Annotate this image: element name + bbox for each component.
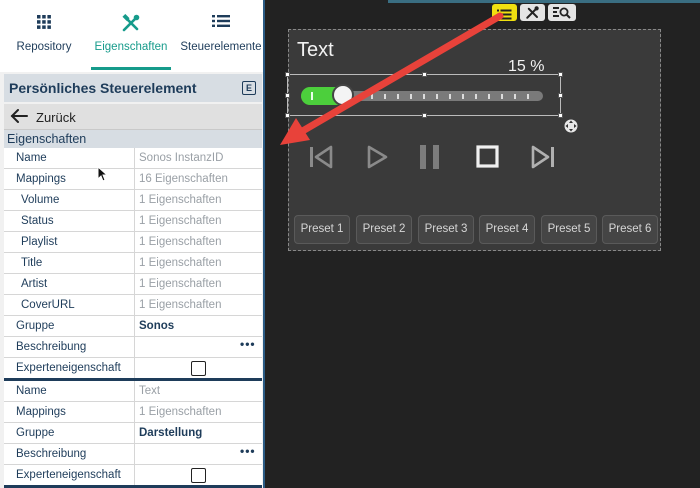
canvas-top-strip <box>388 0 700 3</box>
back-label: Zurück <box>36 110 76 125</box>
property-row-playlist[interactable]: Playlist 1 Eigenschaften <box>4 232 262 253</box>
property-row-mappings[interactable]: Mappings 16 Eigenschaften <box>4 169 262 190</box>
property-value: 1 Eigenschaften <box>139 278 222 290</box>
search-view-button[interactable] <box>548 4 576 21</box>
tab-bar: Repository Eigenschaften Steuerelemente <box>0 0 263 72</box>
resize-handle[interactable] <box>558 72 563 77</box>
tools-icon <box>525 5 540 25</box>
property-row-gruppe[interactable]: Gruppe Darstellung <box>4 423 262 444</box>
slider-tick <box>527 94 529 99</box>
slider-tick <box>514 94 516 99</box>
section-header: Eigenschaften <box>4 130 262 148</box>
property-value: Text <box>139 385 161 397</box>
property-key: Gruppe <box>16 427 55 439</box>
property-key: Beschreibung <box>16 341 87 353</box>
property-row-experteneigenschaft[interactable]: Experteneigenschaft <box>4 465 262 486</box>
property-value: 1 Eigenschaften <box>139 406 222 418</box>
search-list-icon <box>553 6 571 24</box>
property-value: 1 Eigenschaften <box>139 194 222 206</box>
property-row-beschreibung[interactable]: Beschreibung ••• <box>4 444 262 465</box>
tab-repository[interactable]: Repository <box>0 0 88 70</box>
property-key: Name <box>16 385 47 397</box>
list-icon <box>212 14 230 31</box>
preset-1-button[interactable]: Preset 1 <box>294 215 350 244</box>
property-row-status[interactable]: Status 1 Eigenschaften <box>4 211 262 232</box>
more-button[interactable]: ••• <box>240 337 256 351</box>
property-row-artist[interactable]: Artist 1 Eigenschaften <box>4 274 262 295</box>
move-icon[interactable] <box>564 119 578 133</box>
property-row-volume[interactable]: Volume 1 Eigenschaften <box>4 190 262 211</box>
property-row-beschreibung[interactable]: Beschreibung ••• <box>4 337 262 358</box>
property-value: 1 Eigenschaften <box>139 257 222 269</box>
tab-label: Steuerelemente <box>180 41 262 53</box>
tab-steuerelemente[interactable]: Steuerelemente <box>176 0 263 70</box>
mouse-cursor-icon <box>97 166 108 182</box>
active-tab-indicator <box>91 67 171 70</box>
panel-title: Persönliches Steuerelement <box>9 80 197 96</box>
property-key: Mappings <box>16 173 66 185</box>
grid-icon <box>36 14 52 33</box>
property-value: 1 Eigenschaften <box>139 236 222 248</box>
property-key: Name <box>16 152 47 164</box>
property-key: Experteneigenschaft <box>16 362 121 374</box>
preset-4-button[interactable]: Preset 4 <box>479 215 535 244</box>
property-row-experteneigenschaft[interactable]: Experteneigenschaft <box>4 358 262 379</box>
property-row-name[interactable]: Name Sonos InstanzID <box>4 148 262 169</box>
section-title: Eigenschaften <box>7 132 87 146</box>
property-row-gruppe[interactable]: Gruppe Sonos <box>4 316 262 337</box>
tools-icon <box>121 13 141 35</box>
resize-handle[interactable] <box>558 93 563 98</box>
property-value: Sonos <box>139 320 175 332</box>
property-key: Volume <box>21 194 60 206</box>
property-key: Experteneigenschaft <box>16 469 121 481</box>
preset-3-button[interactable]: Preset 3 <box>418 215 474 244</box>
property-row-title[interactable]: Title 1 Eigenschaften <box>4 253 262 274</box>
property-value: 16 Eigenschaften <box>139 173 228 185</box>
property-value: 1 Eigenschaften <box>139 215 222 227</box>
resize-handle[interactable] <box>558 113 563 118</box>
property-key: CoverURL <box>21 299 75 311</box>
property-value: Sonos InstanzID <box>139 152 224 164</box>
expert-checkbox[interactable] <box>191 468 206 483</box>
properties-panel: Repository Eigenschaften Steuerelemente … <box>0 0 265 488</box>
panel-header: Persönliches Steuerelement E <box>4 74 262 102</box>
property-row-name[interactable]: Name Text <box>4 381 262 402</box>
more-button[interactable]: ••• <box>240 444 256 458</box>
property-key: Status <box>21 215 54 227</box>
property-key: Mappings <box>16 406 66 418</box>
property-key: Playlist <box>21 236 58 248</box>
preset-6-button[interactable]: Preset 6 <box>602 215 658 244</box>
tab-label: Eigenschaften <box>94 41 168 53</box>
property-key: Title <box>21 257 43 269</box>
property-value: 1 Eigenschaften <box>139 299 222 311</box>
tab-eigenschaften[interactable]: Eigenschaften <box>88 0 174 70</box>
tools-button[interactable] <box>520 4 545 21</box>
property-key: Artist <box>21 278 48 290</box>
back-button[interactable]: Zurück <box>4 104 262 130</box>
expert-checkbox[interactable] <box>191 361 206 376</box>
property-row-mappings[interactable]: Mappings 1 Eigenschaften <box>4 402 262 423</box>
skip-next-icon[interactable] <box>530 142 556 177</box>
arrow-left-icon <box>10 109 28 128</box>
property-row-coverurl[interactable]: CoverURL 1 Eigenschaften <box>4 295 262 316</box>
property-key: Gruppe <box>16 320 55 332</box>
property-value: Darstellung <box>139 427 203 439</box>
annotation-arrow <box>280 12 504 145</box>
property-key: Beschreibung <box>16 448 87 460</box>
preset-5-button[interactable]: Preset 5 <box>541 215 597 244</box>
tab-label: Repository <box>16 41 72 53</box>
preset-2-button[interactable]: Preset 2 <box>356 215 412 244</box>
expert-badge[interactable]: E <box>242 81 256 95</box>
